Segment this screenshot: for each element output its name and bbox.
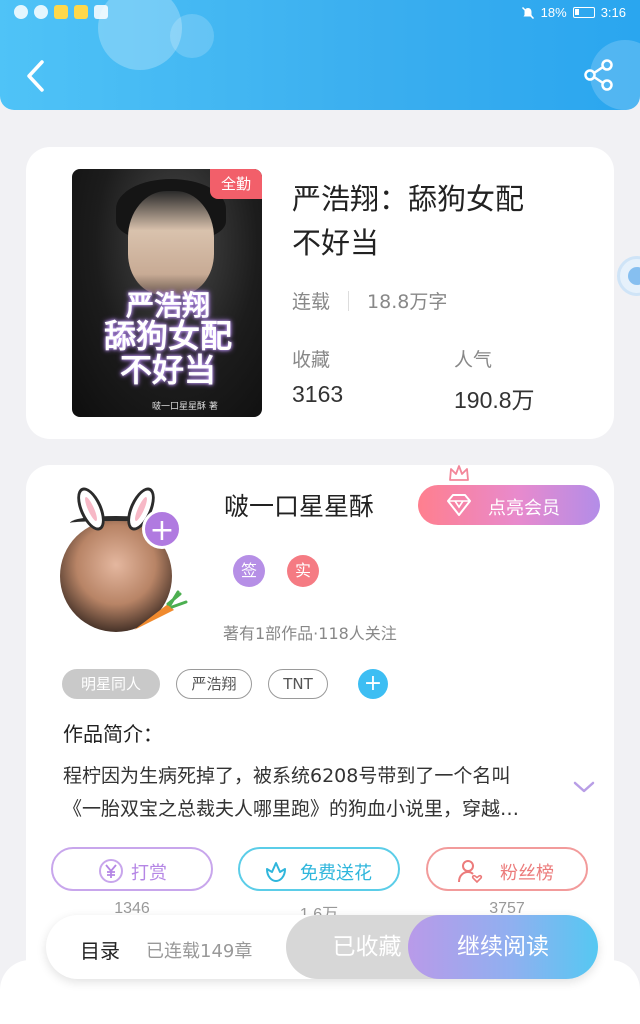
book-cover[interactable]: 严浩翔 舔狗女配 不好当 啵一口星星酥 著	[72, 169, 262, 417]
tip-button-label: 打赏	[131, 863, 167, 884]
intro-text[interactable]: 程柠因为生病死掉了，被系统6208号带到了一个名叫 《一胎双宝之总裁夫人哪里跑》…	[63, 760, 573, 826]
tag-chip[interactable]: 严浩翔	[176, 669, 252, 699]
carrot-icon	[134, 590, 188, 630]
book-title-line: 严浩翔：舔狗女配	[292, 182, 525, 216]
diamond-icon	[447, 494, 471, 516]
catalog-button[interactable]: 目录	[80, 935, 120, 964]
app-notification-icon	[74, 5, 88, 19]
app-notification-icon	[54, 5, 68, 19]
search-app-icon	[94, 5, 108, 19]
tip-button[interactable]: 打赏	[51, 847, 213, 891]
cover-title-line: 不好当	[119, 350, 216, 389]
floating-assistant-dot	[628, 267, 640, 285]
add-tag-button[interactable]: +	[358, 669, 388, 699]
chapter-count: 已连载149章	[146, 941, 253, 962]
book-title: 严浩翔：舔狗女配 不好当	[292, 177, 582, 265]
chevron-down-icon[interactable]	[572, 778, 596, 796]
intro-line: 程柠因为生病死掉了，被系统6208号带到了一个名叫	[63, 765, 511, 787]
cover-art	[128, 191, 214, 295]
tag-chip[interactable]: 明星同人	[62, 669, 160, 699]
divider	[348, 290, 350, 311]
cover-title-line: 严浩翔	[125, 289, 210, 322]
battery-icon	[572, 7, 595, 18]
favorites-label: 收藏	[292, 349, 331, 371]
book-meta: 连载 18.8万字	[292, 287, 447, 314]
word-count: 18.8万字	[367, 291, 448, 313]
notification-k-icon	[34, 5, 48, 19]
wifi-icon	[14, 5, 28, 19]
fan-user-icon	[458, 860, 483, 884]
share-icon[interactable]	[582, 58, 616, 92]
full-attendance-badge: 全勤	[210, 169, 262, 199]
continue-reading-button[interactable]: 继续阅读	[408, 915, 598, 979]
popularity-label: 人气	[454, 349, 493, 371]
book-info-card: 严浩翔 舔狗女配 不好当 啵一口星星酥 著 全勤 严浩翔：舔狗女配 不好当 连载…	[26, 147, 614, 439]
follow-plus-button[interactable]: +	[142, 509, 182, 549]
floating-assistant-icon[interactable]	[617, 256, 640, 296]
battery-percent: 18%	[540, 5, 567, 20]
intro-heading: 作品简介：	[63, 722, 163, 746]
verified-badge: 实	[287, 555, 319, 587]
status-icons-right: 18% 3:16	[521, 5, 626, 20]
cover-author: 啵一口星星酥 著	[152, 402, 218, 412]
vip-button-label: 点亮会员	[488, 498, 560, 519]
favorites-count: 3163	[292, 381, 344, 407]
popularity-count: 190.8万	[454, 387, 535, 413]
mute-bell-icon	[521, 6, 534, 19]
fan-ranking-button[interactable]: 粉丝榜	[426, 847, 588, 891]
signed-author-badge: 签	[233, 555, 265, 587]
activate-vip-button[interactable]: 点亮会员	[418, 485, 600, 525]
serial-status: 连载	[292, 291, 331, 313]
author-name[interactable]: 啵一口星星酥	[224, 487, 374, 523]
crown-icon	[449, 465, 469, 481]
cover-title: 严浩翔 舔狗女配 不好当	[80, 291, 256, 388]
send-flower-button[interactable]: 免费送花	[238, 847, 400, 891]
chevron-left-icon[interactable]	[22, 58, 52, 94]
author-stats: 著有1部作品·118人关注	[223, 624, 397, 643]
status-icons-left	[14, 5, 108, 19]
status-bar: 18% 3:16	[0, 0, 640, 26]
clock: 3:16	[600, 5, 626, 20]
flower-icon	[266, 862, 286, 882]
fan-ranking-label: 粉丝榜	[500, 863, 554, 884]
intro-line: 《一胎双宝之总裁夫人哪里跑》的狗血小说里，穿越…	[63, 798, 520, 820]
send-flower-label: 免费送花	[300, 863, 372, 884]
book-title-line: 不好当	[292, 226, 380, 260]
header-bar: 18% 3:16	[0, 0, 640, 110]
tag-chip[interactable]: TNT	[268, 669, 328, 699]
yen-coin-icon	[99, 859, 123, 883]
cover-title-line: 舔狗女配	[103, 317, 232, 356]
